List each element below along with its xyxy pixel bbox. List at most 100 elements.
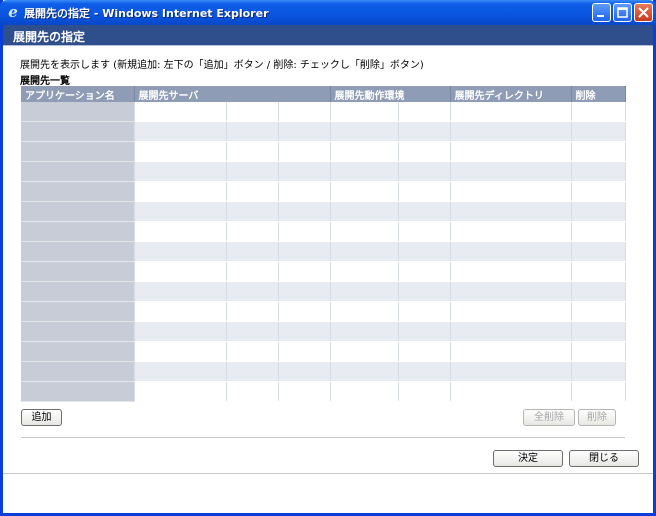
table-cell: [450, 121, 572, 142]
table-cell: [134, 102, 227, 122]
divider: [21, 437, 625, 438]
table-cell: [571, 141, 626, 162]
table-cell: [21, 301, 135, 322]
table-row[interactable]: [21, 341, 626, 362]
table-row[interactable]: [21, 361, 626, 382]
table-cell: [330, 141, 399, 162]
table-cell: [134, 181, 227, 202]
table-cell: [398, 261, 451, 282]
table-cell: [226, 201, 279, 222]
table-cell: [21, 141, 135, 162]
add-button[interactable]: 追加: [21, 409, 62, 426]
table-row[interactable]: [21, 241, 626, 262]
table-cell: [278, 321, 331, 342]
close-button[interactable]: [634, 3, 653, 22]
table-cell: [21, 381, 135, 402]
table-cell: [134, 281, 227, 302]
table-row[interactable]: [21, 221, 626, 242]
column-header-app-name[interactable]: アプリケーション名: [21, 86, 135, 102]
table-cell: [398, 301, 451, 322]
table-row[interactable]: [21, 121, 626, 142]
table-cell: [21, 321, 135, 342]
table-cell: [571, 201, 626, 222]
table-cell: [226, 261, 279, 282]
table-row[interactable]: [21, 181, 626, 202]
table-cell: [226, 341, 279, 362]
table-cell: [226, 221, 279, 242]
table-cell: [330, 261, 399, 282]
table-cell: [278, 261, 331, 282]
ok-button[interactable]: 決定: [493, 450, 563, 467]
table-cell: [398, 381, 451, 402]
table-cell: [21, 281, 135, 302]
table-row[interactable]: [21, 141, 626, 162]
table-cell: [450, 201, 572, 222]
table-row[interactable]: [21, 301, 626, 322]
table-row[interactable]: [21, 381, 626, 402]
table-cell: [21, 102, 135, 122]
table-cell: [226, 281, 279, 302]
table-cell: [571, 102, 626, 122]
close-dialog-button[interactable]: 閉じる: [569, 450, 639, 467]
maximize-icon: [617, 7, 628, 18]
table-cell: [21, 201, 135, 222]
table-cell: [330, 281, 399, 302]
table-header-row: アプリケーション名 展開先サーバ 展開先動作環境 展開先ディレクトリ 削除: [21, 86, 626, 102]
column-header-delete[interactable]: 削除: [571, 86, 626, 102]
column-header-directory[interactable]: 展開先ディレクトリ: [450, 86, 572, 102]
table-cell: [134, 221, 227, 242]
table-cell: [278, 161, 331, 182]
table-row[interactable]: [21, 321, 626, 342]
table-cell: [134, 341, 227, 362]
close-icon: [638, 7, 649, 18]
table-cell: [226, 361, 279, 382]
table-cell: [571, 381, 626, 402]
table-cell: [226, 241, 279, 262]
table-cell: [330, 321, 399, 342]
table-cell: [278, 281, 331, 302]
table-cell: [571, 361, 626, 382]
table-cell: [21, 161, 135, 182]
table-row[interactable]: [21, 102, 626, 122]
table-cell: [398, 361, 451, 382]
table-cell: [330, 361, 399, 382]
table-cell: [571, 181, 626, 202]
table-cell: [450, 241, 572, 262]
table-cell: [571, 121, 626, 142]
table-cell: [450, 281, 572, 302]
table-cell: [571, 301, 626, 322]
table-row[interactable]: [21, 201, 626, 222]
table-cell: [226, 161, 279, 182]
maximize-button[interactable]: [613, 3, 632, 22]
table-cell: [398, 121, 451, 142]
table-cell: [330, 121, 399, 142]
column-header-server[interactable]: 展開先サーバ: [134, 86, 331, 102]
table-cell: [134, 201, 227, 222]
delete-button[interactable]: 削除: [578, 409, 616, 426]
column-header-environment[interactable]: 展開先動作環境: [330, 86, 451, 102]
page-header: 展開先の指定: [3, 25, 653, 46]
table-cell: [398, 281, 451, 302]
destination-table: アプリケーション名 展開先サーバ 展開先動作環境 展開先ディレクトリ 削除: [21, 86, 626, 404]
table-cell: [134, 321, 227, 342]
minimize-button[interactable]: [592, 3, 611, 22]
table-cell: [278, 221, 331, 242]
table-row[interactable]: [21, 261, 626, 282]
table-cell: [398, 341, 451, 362]
table-cell: [226, 102, 279, 122]
table-cell: [450, 102, 572, 122]
table-cell: [226, 121, 279, 142]
table-cell: [398, 161, 451, 182]
title-bar[interactable]: e 展開先の指定 - Windows Internet Explorer: [0, 0, 656, 25]
table-cell: [21, 361, 135, 382]
table-row[interactable]: [21, 161, 626, 182]
table-cell: [571, 281, 626, 302]
table-cell: [226, 181, 279, 202]
table-cell: [134, 301, 227, 322]
table-cell: [398, 201, 451, 222]
table-cell: [571, 221, 626, 242]
delete-all-button[interactable]: 全削除: [523, 409, 575, 426]
table-cell: [398, 221, 451, 242]
table-row[interactable]: [21, 281, 626, 302]
table-cell: [134, 141, 227, 162]
